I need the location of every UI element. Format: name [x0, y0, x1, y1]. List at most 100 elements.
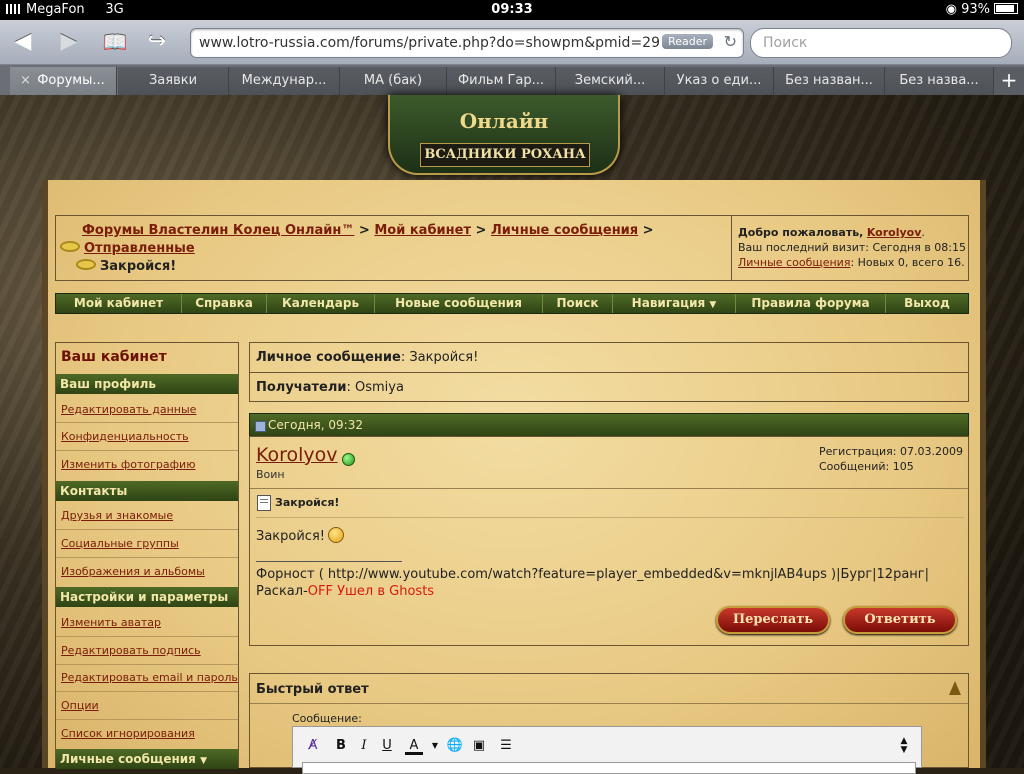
post-icon: [255, 421, 266, 432]
welcome-box: Добро пожаловать, Korolyov. Ваш последни…: [731, 215, 969, 281]
divider: [250, 703, 968, 704]
sidebar-link-edit-profile[interactable]: Редактировать данные: [61, 403, 196, 416]
dropdown-arrow-icon: ▼: [709, 300, 717, 310]
color-dropdown-icon[interactable]: ▼: [426, 737, 444, 755]
nav-logout[interactable]: Выход: [886, 294, 968, 313]
crumb-cabinet[interactable]: Мой кабинет: [374, 223, 471, 238]
message-label: Сообщение:: [292, 712, 362, 725]
quick-reply-title: Быстрый ответ: [256, 682, 369, 697]
ring-icon: [76, 259, 96, 270]
nav-navigation[interactable]: Навигация ▼: [613, 294, 736, 313]
forward-button[interactable]: Переслать: [716, 606, 830, 634]
post-author-link[interactable]: Korolyov: [256, 444, 338, 466]
ring-icon: [60, 241, 80, 252]
ios-status-bar: MegaFon 3G 09:33 ◉ 93%: [0, 0, 1024, 20]
post-header-bar: Сегодня, 09:32: [249, 413, 969, 437]
sidebar-link-groups[interactable]: Социальные группы: [61, 537, 179, 550]
current-page-title: Закройся!: [100, 259, 177, 274]
site-logo[interactable]: Онлайн ВСАДНИКИ РОХАНА: [388, 95, 620, 175]
tab-item[interactable]: Фильм Гар...: [447, 67, 556, 95]
link-icon[interactable]: 🌐: [446, 737, 464, 755]
sidebar-link-signature[interactable]: Редактировать подпись: [61, 644, 201, 657]
italic-icon[interactable]: I: [355, 737, 373, 755]
sidebar-link-avatar[interactable]: Изменить аватар: [61, 616, 161, 629]
format-remove-icon[interactable]: A̸: [304, 737, 322, 755]
tab-item[interactable]: Земский...: [556, 67, 665, 95]
bookmarks-icon[interactable]: 📖: [100, 27, 130, 57]
tab-item[interactable]: МА (бак): [340, 67, 447, 95]
bold-icon[interactable]: B: [332, 737, 350, 755]
tab-item[interactable]: Междунар...: [229, 67, 340, 95]
username-link[interactable]: Korolyov: [867, 226, 922, 239]
nav-cabinet[interactable]: Мой кабинет: [56, 294, 182, 313]
battery-icon: [994, 3, 1018, 14]
divider: [56, 557, 238, 558]
sidebar-link-privacy[interactable]: Конфиденциальность: [61, 430, 189, 443]
divider: [56, 664, 238, 665]
nav-help[interactable]: Справка: [182, 294, 267, 313]
reload-icon[interactable]: ↻: [724, 32, 737, 51]
crumb-pm[interactable]: Личные сообщения: [491, 223, 638, 238]
message-icon: [257, 495, 271, 511]
sidebar-link-options[interactable]: Опции: [61, 699, 99, 712]
new-tab-button[interactable]: +: [994, 67, 1024, 95]
forward-icon[interactable]: ▶: [54, 27, 84, 57]
pm-link[interactable]: Личные сообщения: [738, 256, 850, 269]
sidebar-section-pm[interactable]: Личные сообщения ▼: [56, 749, 238, 769]
sidebar-link-albums[interactable]: Изображения и альбомы: [61, 565, 205, 578]
close-tab-icon[interactable]: ×: [20, 67, 31, 95]
breadcrumb: Форумы Властелин Колец Онлайн™ > Мой каб…: [60, 222, 654, 276]
message-textarea[interactable]: [302, 762, 916, 774]
online-status-icon: [342, 453, 355, 466]
crumb-forums[interactable]: Форумы Властелин Колец Онлайн™: [82, 223, 354, 238]
nav-calendar[interactable]: Календарь: [267, 294, 375, 313]
sidebar-section-settings[interactable]: Настройки и параметры: [56, 587, 238, 607]
pm-title-box: Личное сообщение: Закройся!: [249, 342, 969, 373]
reader-button[interactable]: Reader: [662, 34, 713, 49]
reply-button[interactable]: Ответить: [843, 606, 957, 634]
tab-item[interactable]: Заявки: [118, 67, 229, 95]
underline-icon[interactable]: U: [378, 737, 396, 755]
divider: [56, 422, 238, 423]
nav-new-posts[interactable]: Новые сообщения: [375, 294, 543, 313]
signature-divider: [256, 561, 402, 562]
dropdown-arrow-icon: ▼: [200, 756, 207, 766]
post-title: Закройся!: [275, 496, 340, 509]
divider: [256, 517, 964, 518]
user-info: Регистрация: 07.03.2009 Сообщений: 105: [819, 445, 963, 473]
tab-item[interactable]: Без назва...: [885, 67, 994, 95]
share-icon[interactable]: ↪: [142, 27, 172, 57]
signature: Форност ( http://www.youtube.com/watch?f…: [256, 567, 930, 599]
resize-icon[interactable]: ▲ ▼: [895, 737, 913, 755]
search-input[interactable]: Поиск: [750, 28, 1012, 58]
sidebar-section-profile[interactable]: Ваш профиль: [56, 374, 238, 394]
sidebar-link-photo[interactable]: Изменить фотографию: [61, 458, 195, 471]
url-text[interactable]: www.lotro-russia.com/forums/private.php?…: [199, 35, 659, 51]
divider: [56, 529, 238, 530]
divider: [56, 450, 238, 451]
sidebar-link-ignore[interactable]: Список игнорирования: [61, 727, 195, 740]
quote-icon[interactable]: ☰: [497, 737, 515, 755]
lock-rotation-icon: ◉: [945, 2, 957, 17]
sidebar-section-contacts[interactable]: Контакты: [56, 481, 238, 501]
sidebar-link-friends[interactable]: Друзья и знакомые: [61, 509, 173, 522]
tab-forums[interactable]: × Форумы...: [10, 67, 117, 95]
tab-item[interactable]: Указ о еди...: [665, 67, 774, 95]
sidebar-title: Ваш кабинет: [61, 349, 167, 365]
post-text: Закройся!: [256, 527, 344, 544]
nav-search[interactable]: Поиск: [543, 294, 613, 313]
tab-bar: × Форумы... Заявки Междунар... МА (бак) Ф…: [0, 65, 1024, 95]
divider: [56, 691, 238, 692]
pm-recipients-box: Получатели: Osmiya: [249, 372, 969, 402]
address-bar[interactable]: www.lotro-russia.com/forums/private.php?…: [190, 28, 744, 58]
font-color-icon[interactable]: A: [405, 737, 423, 755]
post-date: Сегодня, 09:32: [268, 418, 363, 432]
tab-item[interactable]: Без назван...: [774, 67, 885, 95]
image-icon[interactable]: ▣: [470, 737, 488, 755]
nav-rules[interactable]: Правила форума: [736, 294, 886, 313]
back-icon[interactable]: ◀: [8, 27, 38, 57]
divider: [56, 636, 238, 637]
collapse-icon[interactable]: [949, 681, 961, 695]
crumb-sent[interactable]: Отправленные: [84, 241, 195, 256]
sidebar-link-email[interactable]: Редактировать email и пароль: [61, 671, 238, 684]
